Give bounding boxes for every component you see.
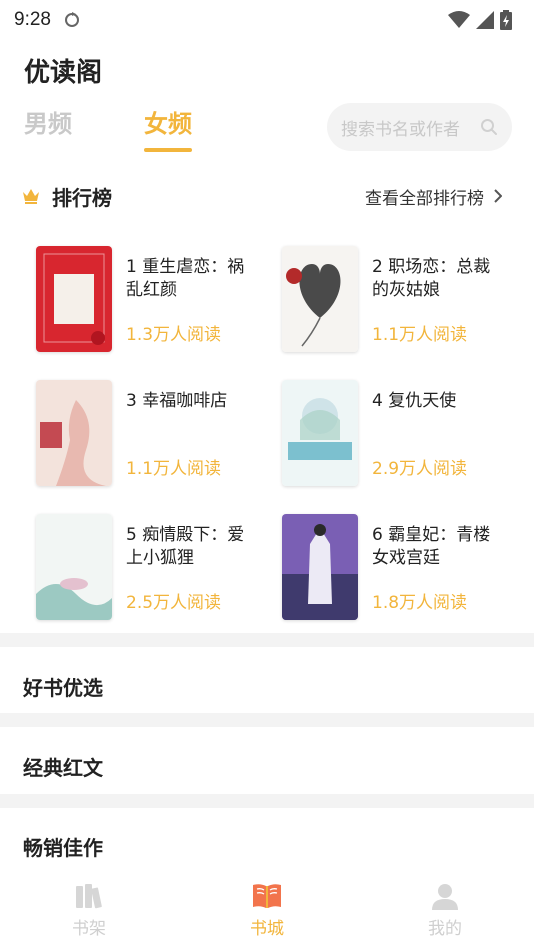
section-good-books[interactable]: 好书优选	[23, 672, 103, 701]
book-cover[interactable]	[282, 514, 358, 620]
book-reads: 1.8万人阅读	[372, 593, 468, 613]
ranking-title: 排行榜	[52, 185, 112, 210]
book-cover[interactable]	[36, 246, 112, 352]
book-title: 6 霸皇妃：青楼女戏宫廷	[372, 525, 491, 568]
section-divider	[0, 633, 534, 647]
ranking-header: 排行榜 查看全部排行榜	[22, 180, 502, 212]
book-reads: 2.9万人阅读	[372, 459, 468, 479]
section-divider	[0, 713, 534, 727]
section-bestsellers[interactable]: 畅销佳作	[23, 832, 103, 861]
gender-tabs: 男频 女频	[24, 108, 192, 152]
search-placeholder: 搜索书名或作者	[341, 119, 460, 140]
book-reads: 1.1万人阅读	[372, 325, 468, 345]
book-title: 1 重生虐恋：祸乱红颜	[126, 257, 245, 300]
book-cover[interactable]	[282, 380, 358, 486]
bottom-nav: 书架 书城 我的	[0, 870, 534, 949]
book-item[interactable]: 1 重生虐恋：祸乱红颜 1.3万人阅读	[36, 246, 276, 352]
bookshelf-icon	[76, 884, 102, 909]
battery-icon	[500, 10, 512, 30]
nav-book-store[interactable]: 书城	[178, 870, 356, 949]
status-time: 9:28	[14, 9, 51, 30]
search-input[interactable]: 搜索书名或作者	[327, 103, 512, 151]
status-icons	[448, 10, 512, 30]
book-item[interactable]: 5 痴情殿下：爱上小狐狸 2.5万人阅读	[36, 514, 276, 620]
book-item[interactable]: 6 霸皇妃：青楼女戏宫廷 1.8万人阅读	[282, 514, 522, 620]
nav-label: 我的	[428, 919, 462, 939]
sync-icon	[64, 12, 79, 27]
tab-female[interactable]: 女频	[144, 108, 192, 152]
book-reads: 1.1万人阅读	[126, 459, 222, 479]
chevron-right-icon	[494, 189, 502, 203]
section-classic-hits[interactable]: 经典红文	[23, 752, 103, 781]
signal-icon	[476, 11, 494, 29]
nav-bookshelf[interactable]: 书架	[0, 870, 178, 949]
search-icon[interactable]	[480, 118, 498, 136]
book-reads: 2.5万人阅读	[126, 593, 222, 613]
tab-male[interactable]: 男频	[24, 108, 72, 140]
book-store-icon	[253, 884, 281, 908]
wifi-icon	[448, 11, 470, 28]
profile-icon	[432, 884, 458, 910]
crown-icon	[23, 189, 39, 204]
book-reads: 1.3万人阅读	[126, 325, 222, 345]
book-cover[interactable]	[282, 246, 358, 352]
book-cover[interactable]	[36, 380, 112, 486]
book-title: 4 复仇天使	[372, 391, 457, 411]
book-item[interactable]: 2 职场恋：总裁的灰姑娘 1.1万人阅读	[282, 246, 522, 352]
status-bar: 9:28	[0, 0, 534, 40]
book-item[interactable]: 4 复仇天使 2.9万人阅读	[282, 380, 522, 486]
section-divider	[0, 794, 534, 808]
app-title: 优读阁	[24, 58, 103, 88]
nav-label: 书城	[250, 919, 284, 939]
book-title: 2 职场恋：总裁的灰姑娘	[372, 257, 491, 300]
nav-label: 书架	[72, 919, 106, 939]
view-all-rankings-link[interactable]: 查看全部排行榜	[365, 184, 502, 209]
book-cover[interactable]	[36, 514, 112, 620]
book-title: 5 痴情殿下：爱上小狐狸	[126, 525, 245, 568]
nav-profile[interactable]: 我的	[356, 870, 534, 949]
book-item[interactable]: 3 幸福咖啡店 1.1万人阅读	[36, 380, 276, 486]
view-all-label: 查看全部排行榜	[365, 188, 484, 209]
book-title: 3 幸福咖啡店	[126, 391, 228, 411]
